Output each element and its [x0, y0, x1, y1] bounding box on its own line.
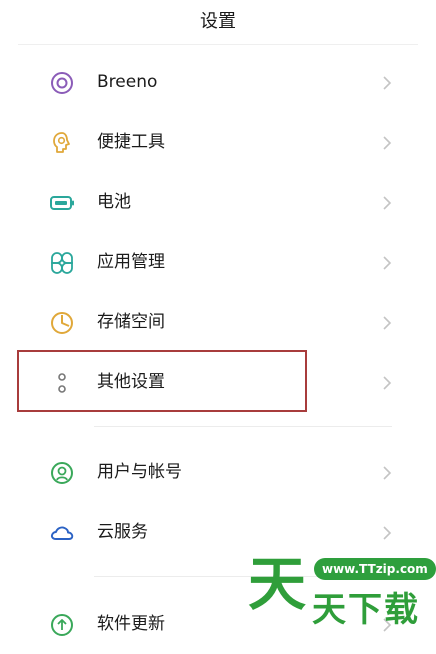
- chevron-right-icon: [383, 466, 392, 480]
- battery-icon: [50, 196, 74, 210]
- chevron-right-icon: [383, 526, 392, 540]
- settings-item-label: 电池: [97, 192, 131, 212]
- watermark-text: 天下载: [312, 590, 420, 630]
- settings-item-label: 应用管理: [97, 252, 165, 272]
- settings-item-label: 用户与帐号: [97, 462, 182, 482]
- convenience-tools-icon: [53, 132, 70, 153]
- chevron-right-icon: [383, 256, 392, 270]
- storage-icon: [51, 312, 73, 334]
- highlight-box: [17, 350, 307, 412]
- watermark: 天 www.TTzip.com 天下载: [246, 548, 436, 638]
- settings-item-label: 软件更新: [97, 614, 165, 634]
- settings-item-label: 云服务: [97, 522, 148, 542]
- breeno-icon: [51, 72, 73, 94]
- chevron-right-icon: [383, 376, 392, 390]
- settings-item-label: 便捷工具: [97, 132, 165, 152]
- settings-item-user-account[interactable]: 用户与帐号: [0, 442, 436, 502]
- settings-item-convenience-tools[interactable]: 便捷工具: [0, 112, 436, 172]
- watermark-logo: 天: [248, 550, 307, 618]
- header-divider: [18, 44, 418, 45]
- chevron-right-icon: [383, 196, 392, 210]
- app-management-icon: [51, 252, 73, 274]
- cloud-icon: [50, 526, 74, 540]
- settings-item-storage[interactable]: 存储空间: [0, 292, 436, 352]
- settings-item-battery[interactable]: 电池: [0, 172, 436, 232]
- chevron-right-icon: [383, 316, 392, 330]
- user-account-icon: [51, 462, 73, 484]
- page-title: 设置: [200, 11, 236, 32]
- settings-item-app-management[interactable]: 应用管理: [0, 232, 436, 292]
- settings-item-label: Breeno: [97, 72, 158, 92]
- chevron-right-icon: [383, 76, 392, 90]
- settings-item-label: 存储空间: [97, 312, 165, 332]
- software-update-icon: [51, 614, 73, 636]
- watermark-url: www.TTzip.com: [314, 558, 436, 580]
- section-divider: [94, 426, 392, 427]
- settings-item-breeno[interactable]: Breeno: [0, 52, 436, 112]
- chevron-right-icon: [383, 136, 392, 150]
